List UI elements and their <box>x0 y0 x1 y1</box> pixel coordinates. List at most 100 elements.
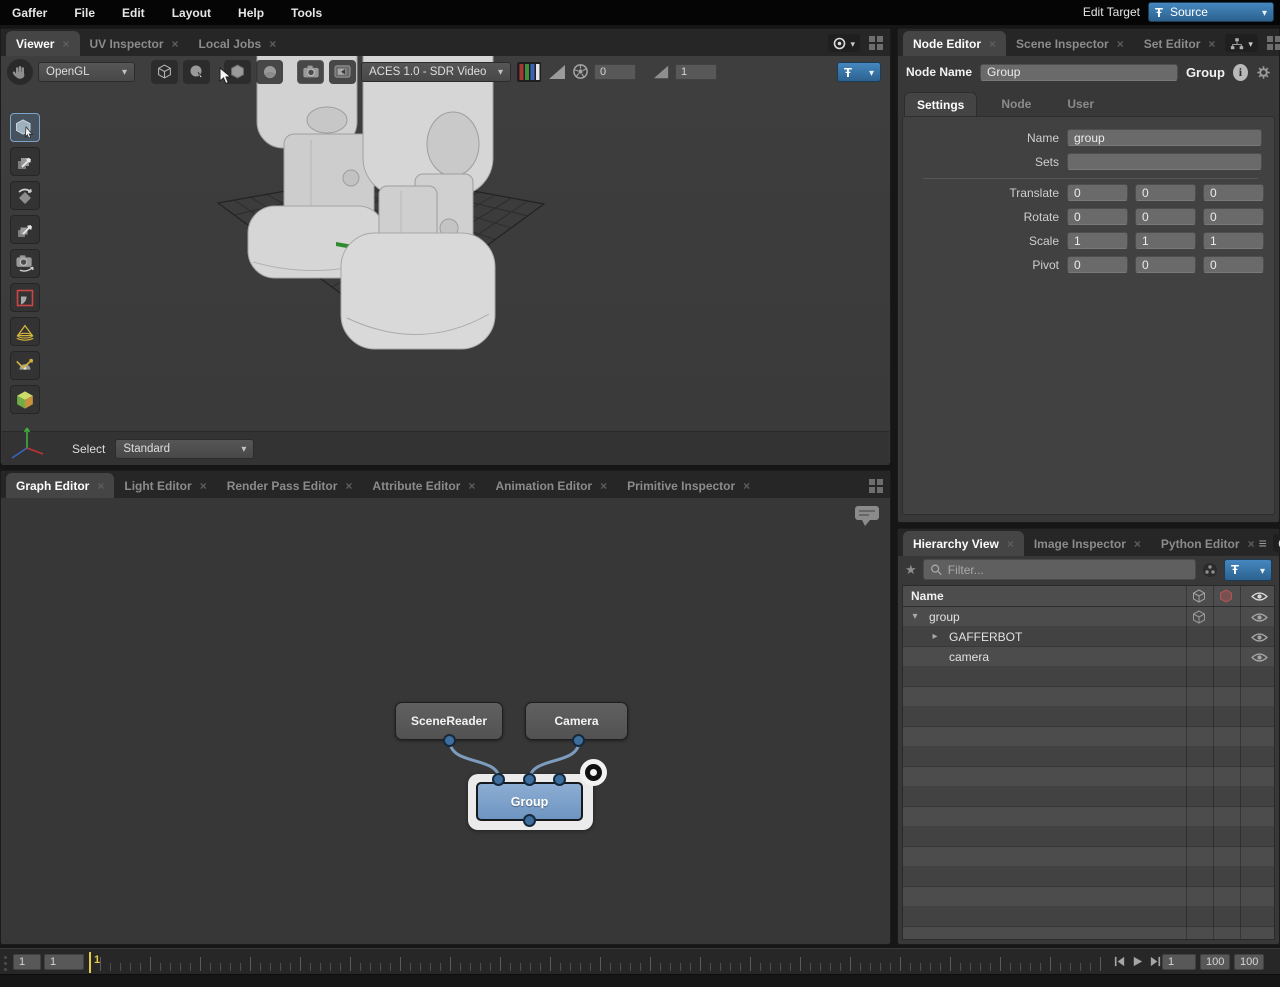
port-group-in0[interactable] <box>492 773 505 786</box>
inclusions-cube-icon[interactable] <box>1192 610 1206 624</box>
rotate-tool-button[interactable] <box>10 181 40 210</box>
set-membership-tool-button[interactable] <box>10 385 40 414</box>
render-pass-button[interactable] <box>329 59 356 84</box>
light-tool-button[interactable] <box>10 317 40 346</box>
pan-hand-button[interactable] <box>7 58 33 85</box>
timeline-playhead[interactable] <box>89 952 91 973</box>
select-tool-button[interactable] <box>10 113 40 142</box>
close-icon[interactable] <box>345 480 352 492</box>
translate-tool-button[interactable] <box>10 147 40 176</box>
port-camera-out[interactable] <box>572 734 585 747</box>
tab-node-editor[interactable]: Node Editor <box>903 31 1007 56</box>
scale-z-field[interactable] <box>1203 232 1264 249</box>
port-group-in2[interactable] <box>553 773 566 786</box>
gear-icon[interactable] <box>1256 64 1271 81</box>
close-icon[interactable] <box>97 480 104 492</box>
timeline-frame-field[interactable] <box>1162 954 1196 970</box>
gamma-triangle-icon[interactable] <box>652 64 670 80</box>
close-icon[interactable] <box>743 480 750 492</box>
display-transform-dropdown[interactable]: ACES 1.0 - SDR Video <box>361 61 511 82</box>
close-icon[interactable] <box>62 38 69 50</box>
close-icon[interactable] <box>1208 38 1215 50</box>
node-name-field[interactable] <box>980 63 1178 81</box>
scale-x-field[interactable] <box>1067 232 1128 249</box>
menu-gaffer[interactable]: Gaffer <box>12 6 47 20</box>
expander-closed-icon[interactable] <box>929 631 941 642</box>
row-camera[interactable]: camera <box>903 647 1274 667</box>
menu-edit[interactable]: Edit <box>122 6 145 20</box>
hierarchy-pin-menu[interactable] <box>1224 558 1272 581</box>
scale-y-field[interactable] <box>1135 232 1196 249</box>
tab-scene-inspector[interactable]: Scene Inspector <box>1006 31 1134 56</box>
focus-menu-button[interactable] <box>1272 534 1280 552</box>
exposure-aperture-icon[interactable] <box>572 63 589 80</box>
row-group[interactable]: group <box>903 607 1274 627</box>
light-position-tool-button[interactable] <box>10 351 40 380</box>
menu-icon[interactable] <box>1259 536 1267 550</box>
visibility-eye-icon[interactable] <box>1251 632 1268 643</box>
menu-file[interactable]: File <box>74 6 95 20</box>
timeline-end-field[interactable] <box>1200 954 1230 970</box>
info-icon[interactable]: i <box>1232 63 1248 81</box>
node-set-menu-button[interactable] <box>1225 34 1258 52</box>
inclusions-cube-icon[interactable] <box>1192 589 1206 603</box>
tab-light-editor[interactable]: Light Editor <box>114 473 216 498</box>
rotate-x-field[interactable] <box>1067 208 1128 225</box>
bookmark-star-icon[interactable] <box>905 562 917 578</box>
close-icon[interactable] <box>200 480 207 492</box>
port-group-out[interactable] <box>523 814 536 827</box>
close-icon[interactable] <box>269 38 276 50</box>
tab-render-pass-editor[interactable]: Render Pass Editor <box>217 473 363 498</box>
shading-wireframe-button[interactable] <box>151 59 178 84</box>
crop-window-tool-button[interactable] <box>10 283 40 312</box>
select-mode-dropdown[interactable]: Standard <box>115 438 255 459</box>
edit-target-dropdown[interactable]: Source <box>1148 2 1274 22</box>
close-icon[interactable] <box>600 480 607 492</box>
translate-y-field[interactable] <box>1135 184 1196 201</box>
layout-grid-icon[interactable] <box>868 35 884 51</box>
filter-input[interactable] <box>947 562 1189 577</box>
exclusions-cube-icon[interactable] <box>1219 589 1233 603</box>
tab-hierarchy-view[interactable]: Hierarchy View <box>903 531 1024 556</box>
camera-tool-button[interactable] <box>10 249 40 278</box>
pivot-x-field[interactable] <box>1067 256 1128 273</box>
rotate-y-field[interactable] <box>1135 208 1196 225</box>
expander-open-icon[interactable] <box>909 611 921 622</box>
gamma-field[interactable] <box>675 63 717 80</box>
hierarchy-header-row[interactable]: Name <box>903 586 1274 607</box>
timeline-current-field[interactable] <box>44 954 84 970</box>
tab-set-editor[interactable]: Set Editor <box>1134 31 1226 56</box>
tab-primitive-inspector[interactable]: Primitive Inspector <box>617 473 760 498</box>
menu-help[interactable]: Help <box>238 6 264 20</box>
skip-to-start-icon[interactable] <box>1113 955 1126 968</box>
timeline-range-end-field[interactable] <box>1234 954 1264 970</box>
exposure-field[interactable] <box>594 63 636 80</box>
sets-filter-icon[interactable] <box>1202 562 1218 578</box>
close-icon[interactable] <box>1117 38 1124 50</box>
tab-attribute-editor[interactable]: Attribute Editor <box>362 473 485 498</box>
port-group-in1[interactable] <box>523 773 536 786</box>
tab-image-inspector[interactable]: Image Inspector <box>1024 531 1151 556</box>
row-gafferbot[interactable]: GAFFERBOT <box>903 627 1274 647</box>
close-icon[interactable] <box>468 480 475 492</box>
shading-shaded-button[interactable] <box>183 59 210 84</box>
visibility-eye-icon[interactable] <box>1251 591 1268 602</box>
visibility-eye-icon[interactable] <box>1251 652 1268 663</box>
subtab-user[interactable]: User <box>1055 92 1106 116</box>
timeline-ruler[interactable] <box>100 952 1108 971</box>
subtab-settings[interactable]: Settings <box>904 92 978 116</box>
timeline-grip[interactable] <box>4 956 7 971</box>
viewer-pin-menu[interactable] <box>837 62 881 82</box>
layout-grid-icon[interactable] <box>1266 35 1280 51</box>
channels-rgb-icon[interactable] <box>516 61 542 83</box>
port-scenereader-out[interactable] <box>443 734 456 747</box>
name-field[interactable] <box>1067 129 1262 146</box>
tab-local-jobs[interactable]: Local Jobs <box>189 31 287 56</box>
focus-ring-icon[interactable] <box>580 759 607 786</box>
close-icon[interactable] <box>1007 538 1014 550</box>
scale-tool-button[interactable] <box>10 215 40 244</box>
menu-tools[interactable]: Tools <box>291 6 322 20</box>
close-icon[interactable] <box>989 38 996 50</box>
tab-graph-editor[interactable]: Graph Editor <box>6 473 115 498</box>
visibility-eye-icon[interactable] <box>1251 612 1268 623</box>
